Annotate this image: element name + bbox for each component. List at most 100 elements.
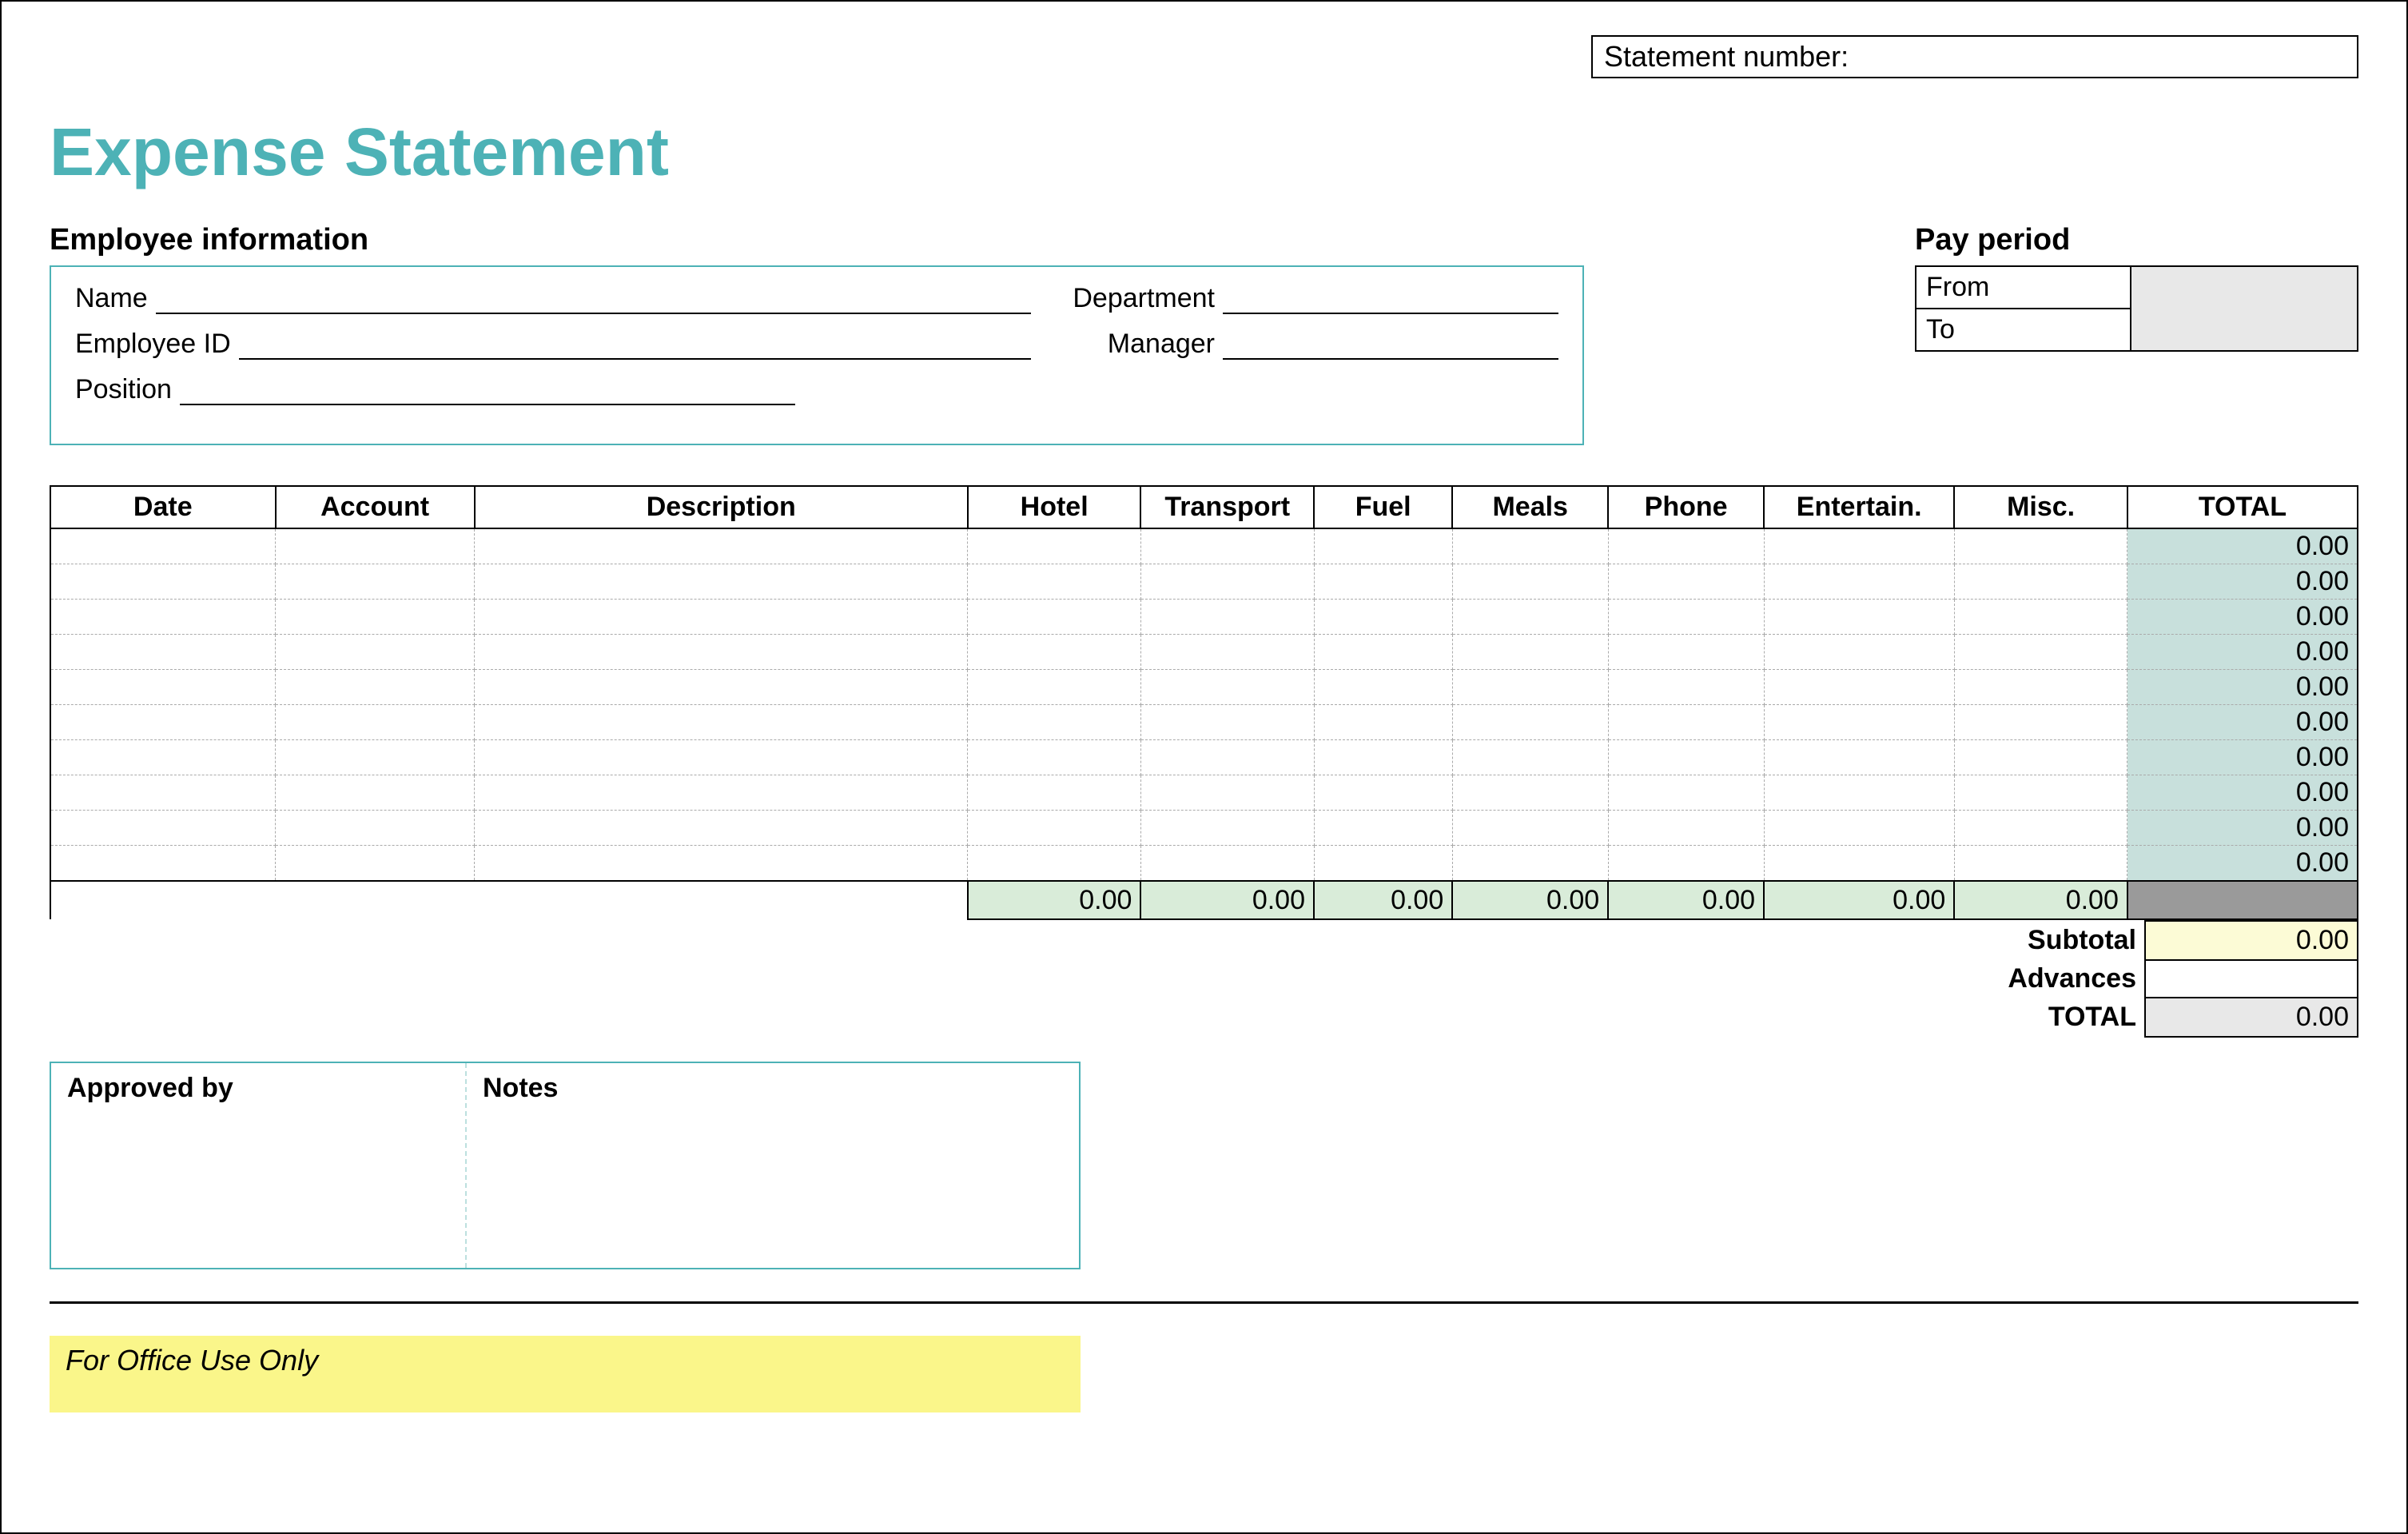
cell-date[interactable] xyxy=(50,846,276,882)
manager-field[interactable] xyxy=(1223,333,1558,360)
cell-fuel[interactable] xyxy=(1314,846,1452,882)
cell-meals[interactable] xyxy=(1452,600,1608,635)
cell-date[interactable] xyxy=(50,600,276,635)
cell-entertain[interactable] xyxy=(1764,564,1954,600)
advances-value[interactable] xyxy=(2145,960,2358,998)
cell-phone[interactable] xyxy=(1608,600,1764,635)
cell-date[interactable] xyxy=(50,670,276,705)
cell-date[interactable] xyxy=(50,775,276,811)
cell-transport[interactable] xyxy=(1140,564,1314,600)
cell-account[interactable] xyxy=(276,775,475,811)
cell-entertain[interactable] xyxy=(1764,705,1954,740)
statement-number-box[interactable]: Statement number: xyxy=(1591,35,2358,78)
cell-misc[interactable] xyxy=(1954,528,2127,564)
cell-fuel[interactable] xyxy=(1314,635,1452,670)
cell-meals[interactable] xyxy=(1452,705,1608,740)
cell-entertain[interactable] xyxy=(1764,811,1954,846)
pay-period-value-block[interactable] xyxy=(2131,266,2358,351)
cell-phone[interactable] xyxy=(1608,740,1764,775)
cell-misc[interactable] xyxy=(1954,846,2127,882)
cell-meals[interactable] xyxy=(1452,564,1608,600)
cell-phone[interactable] xyxy=(1608,670,1764,705)
cell-entertain[interactable] xyxy=(1764,740,1954,775)
cell-transport[interactable] xyxy=(1140,740,1314,775)
cell-hotel[interactable] xyxy=(968,846,1141,882)
cell-misc[interactable] xyxy=(1954,705,2127,740)
cell-account[interactable] xyxy=(276,846,475,882)
cell-account[interactable] xyxy=(276,635,475,670)
cell-hotel[interactable] xyxy=(968,740,1141,775)
cell-date[interactable] xyxy=(50,740,276,775)
cell-account[interactable] xyxy=(276,811,475,846)
cell-date[interactable] xyxy=(50,635,276,670)
cell-transport[interactable] xyxy=(1140,811,1314,846)
cell-meals[interactable] xyxy=(1452,811,1608,846)
cell-date[interactable] xyxy=(50,811,276,846)
cell-meals[interactable] xyxy=(1452,528,1608,564)
cell-phone[interactable] xyxy=(1608,528,1764,564)
cell-fuel[interactable] xyxy=(1314,811,1452,846)
cell-meals[interactable] xyxy=(1452,846,1608,882)
cell-meals[interactable] xyxy=(1452,740,1608,775)
cell-description[interactable] xyxy=(475,740,968,775)
cell-entertain[interactable] xyxy=(1764,528,1954,564)
cell-fuel[interactable] xyxy=(1314,705,1452,740)
cell-misc[interactable] xyxy=(1954,564,2127,600)
cell-transport[interactable] xyxy=(1140,600,1314,635)
cell-hotel[interactable] xyxy=(968,670,1141,705)
cell-hotel[interactable] xyxy=(968,528,1141,564)
cell-account[interactable] xyxy=(276,600,475,635)
cell-description[interactable] xyxy=(475,564,968,600)
cell-meals[interactable] xyxy=(1452,775,1608,811)
cell-account[interactable] xyxy=(276,740,475,775)
cell-entertain[interactable] xyxy=(1764,775,1954,811)
cell-hotel[interactable] xyxy=(968,775,1141,811)
cell-fuel[interactable] xyxy=(1314,600,1452,635)
cell-entertain[interactable] xyxy=(1764,635,1954,670)
cell-hotel[interactable] xyxy=(968,564,1141,600)
cell-misc[interactable] xyxy=(1954,600,2127,635)
cell-hotel[interactable] xyxy=(968,811,1141,846)
cell-misc[interactable] xyxy=(1954,811,2127,846)
cell-description[interactable] xyxy=(475,670,968,705)
cell-description[interactable] xyxy=(475,528,968,564)
cell-fuel[interactable] xyxy=(1314,670,1452,705)
cell-account[interactable] xyxy=(276,564,475,600)
position-field[interactable] xyxy=(180,378,795,405)
cell-transport[interactable] xyxy=(1140,670,1314,705)
cell-transport[interactable] xyxy=(1140,635,1314,670)
cell-meals[interactable] xyxy=(1452,635,1608,670)
cell-date[interactable] xyxy=(50,705,276,740)
cell-phone[interactable] xyxy=(1608,811,1764,846)
employee-id-field[interactable] xyxy=(239,333,1031,360)
name-field[interactable] xyxy=(156,287,1031,314)
cell-date[interactable] xyxy=(50,564,276,600)
cell-description[interactable] xyxy=(475,775,968,811)
cell-entertain[interactable] xyxy=(1764,600,1954,635)
cell-description[interactable] xyxy=(475,811,968,846)
cell-transport[interactable] xyxy=(1140,775,1314,811)
cell-transport[interactable] xyxy=(1140,846,1314,882)
cell-hotel[interactable] xyxy=(968,600,1141,635)
cell-entertain[interactable] xyxy=(1764,846,1954,882)
cell-account[interactable] xyxy=(276,705,475,740)
cell-hotel[interactable] xyxy=(968,705,1141,740)
cell-transport[interactable] xyxy=(1140,705,1314,740)
cell-phone[interactable] xyxy=(1608,635,1764,670)
cell-fuel[interactable] xyxy=(1314,528,1452,564)
cell-misc[interactable] xyxy=(1954,635,2127,670)
cell-description[interactable] xyxy=(475,705,968,740)
cell-meals[interactable] xyxy=(1452,670,1608,705)
cell-phone[interactable] xyxy=(1608,705,1764,740)
cell-entertain[interactable] xyxy=(1764,670,1954,705)
cell-description[interactable] xyxy=(475,846,968,882)
cell-fuel[interactable] xyxy=(1314,740,1452,775)
cell-transport[interactable] xyxy=(1140,528,1314,564)
cell-misc[interactable] xyxy=(1954,670,2127,705)
cell-date[interactable] xyxy=(50,528,276,564)
cell-account[interactable] xyxy=(276,670,475,705)
cell-description[interactable] xyxy=(475,635,968,670)
cell-phone[interactable] xyxy=(1608,775,1764,811)
cell-fuel[interactable] xyxy=(1314,775,1452,811)
cell-account[interactable] xyxy=(276,528,475,564)
